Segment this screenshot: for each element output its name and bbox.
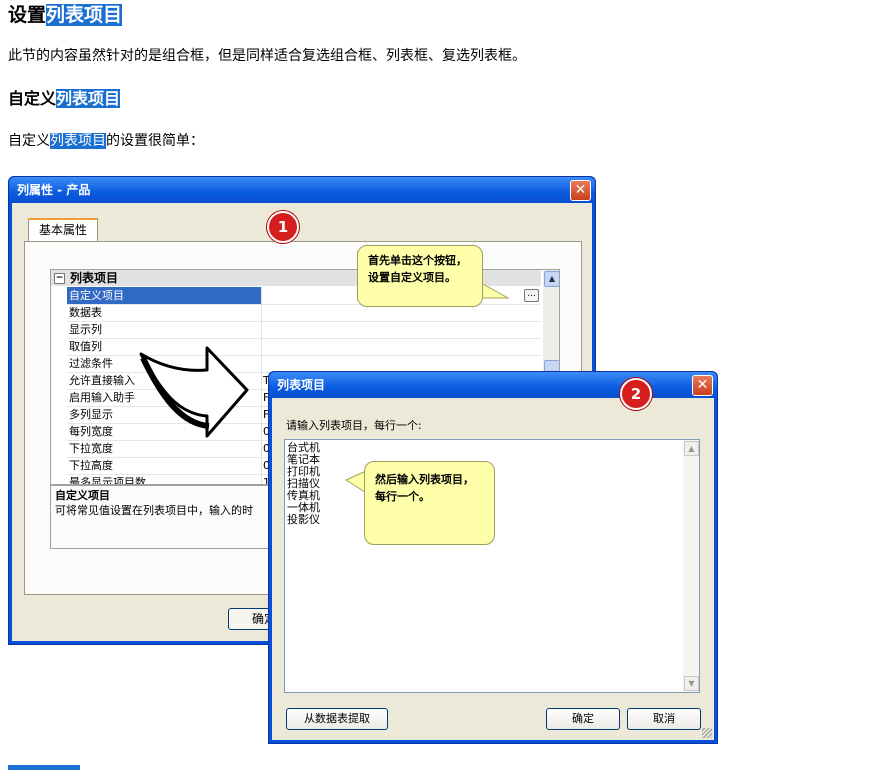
curved-arrow-icon	[139, 346, 249, 438]
dialog1-title: 列属性 - 产品	[17, 183, 91, 197]
callout1-line1: 首先单击这个按钮，	[368, 254, 467, 267]
setup-paragraph: 自定义列表项目的设置很简单：	[8, 131, 204, 151]
step1-badge: 1	[267, 211, 299, 243]
property-row[interactable]: 显示列	[67, 321, 541, 339]
next-heading-fragment	[8, 762, 148, 770]
property-name: 数据表	[67, 304, 262, 321]
section-heading: 设置列表项目	[8, 2, 123, 28]
heading-highlight: 列表项目	[46, 4, 123, 26]
callout2-bubble: 然后输入列表项目， 每行一个。	[364, 461, 495, 545]
heading-prefix: 设置	[8, 4, 47, 26]
close-icon: ✕	[574, 182, 587, 198]
textarea-scrollbar[interactable]: ▲ ▼	[683, 440, 699, 692]
subsection-heading: 自定义列表项目	[8, 88, 121, 110]
list-items-dialog: 列表项目 ✕ 请输入列表项目，每行一个: 台式机 笔记本 打印机 扫描仪 传真机 一体机投…	[268, 371, 718, 744]
scroll-down-icon[interactable]: ▼	[684, 676, 699, 691]
resize-grip-icon[interactable]	[702, 728, 712, 738]
property-name: 最多显示项目数	[67, 474, 262, 484]
callout1-line2: 设置自定义项目。	[368, 271, 456, 284]
step2-badge: 2	[620, 378, 652, 410]
dialog2-ok-button[interactable]: 确定	[546, 708, 620, 730]
from-table-button[interactable]: 从数据表提取	[286, 708, 388, 730]
property-value[interactable]	[263, 355, 533, 372]
list-item: 投影仪	[287, 513, 320, 526]
intro-paragraph: 此节的内容虽然针对的是组合框，但是同样适合复选组合框、列表框、复选列表框。	[8, 48, 526, 64]
property-name: 下拉高度	[67, 457, 262, 474]
tab-basic-properties[interactable]: 基本属性	[28, 218, 98, 242]
property-value[interactable]	[263, 338, 533, 355]
dialog1-close-button[interactable]: ✕	[570, 180, 591, 201]
property-value[interactable]	[263, 321, 533, 338]
dialog2-close-button[interactable]: ✕	[692, 375, 713, 396]
scroll-up-icon[interactable]: ▲	[544, 271, 559, 287]
callout2-line1: 然后输入列表项目，	[375, 473, 474, 486]
scroll-up-icon[interactable]: ▲	[684, 441, 699, 456]
para-prefix: 自定义	[8, 133, 50, 149]
callout2-line2: 每行一个。	[375, 490, 430, 503]
category-label: 列表项目	[70, 271, 119, 285]
para-highlight: 列表项目	[50, 133, 106, 149]
dialog2-title: 列表项目	[277, 378, 326, 392]
ellipsis-button[interactable]: ...	[524, 289, 539, 302]
dialog2-cancel-button[interactable]: 取消	[627, 708, 701, 730]
dialog1-titlebar[interactable]: 列属性 - 产品 ✕	[9, 177, 595, 203]
subheading-prefix: 自定义	[8, 89, 57, 108]
list-items: 台式机 笔记本 打印机 扫描仪 传真机 一体机 投影仪	[287, 442, 320, 526]
collapse-icon[interactable]: −	[54, 273, 65, 284]
subheading-highlight: 列表项目	[56, 89, 121, 108]
property-name: 显示列	[67, 321, 262, 338]
dialog2-body: 请输入列表项目，每行一个: 台式机 笔记本 打印机 扫描仪 传真机 一体机 投影仪 ▲ ▼ …	[272, 398, 714, 740]
close-icon: ✕	[696, 377, 709, 393]
callout1-bubble: 首先单击这个按钮， 设置自定义项目。	[357, 245, 483, 307]
para-suffix: 的设置很简单：	[106, 133, 204, 149]
property-name: 自定义项目	[67, 287, 262, 304]
list-prompt: 请输入列表项目，每行一个:	[286, 419, 422, 432]
